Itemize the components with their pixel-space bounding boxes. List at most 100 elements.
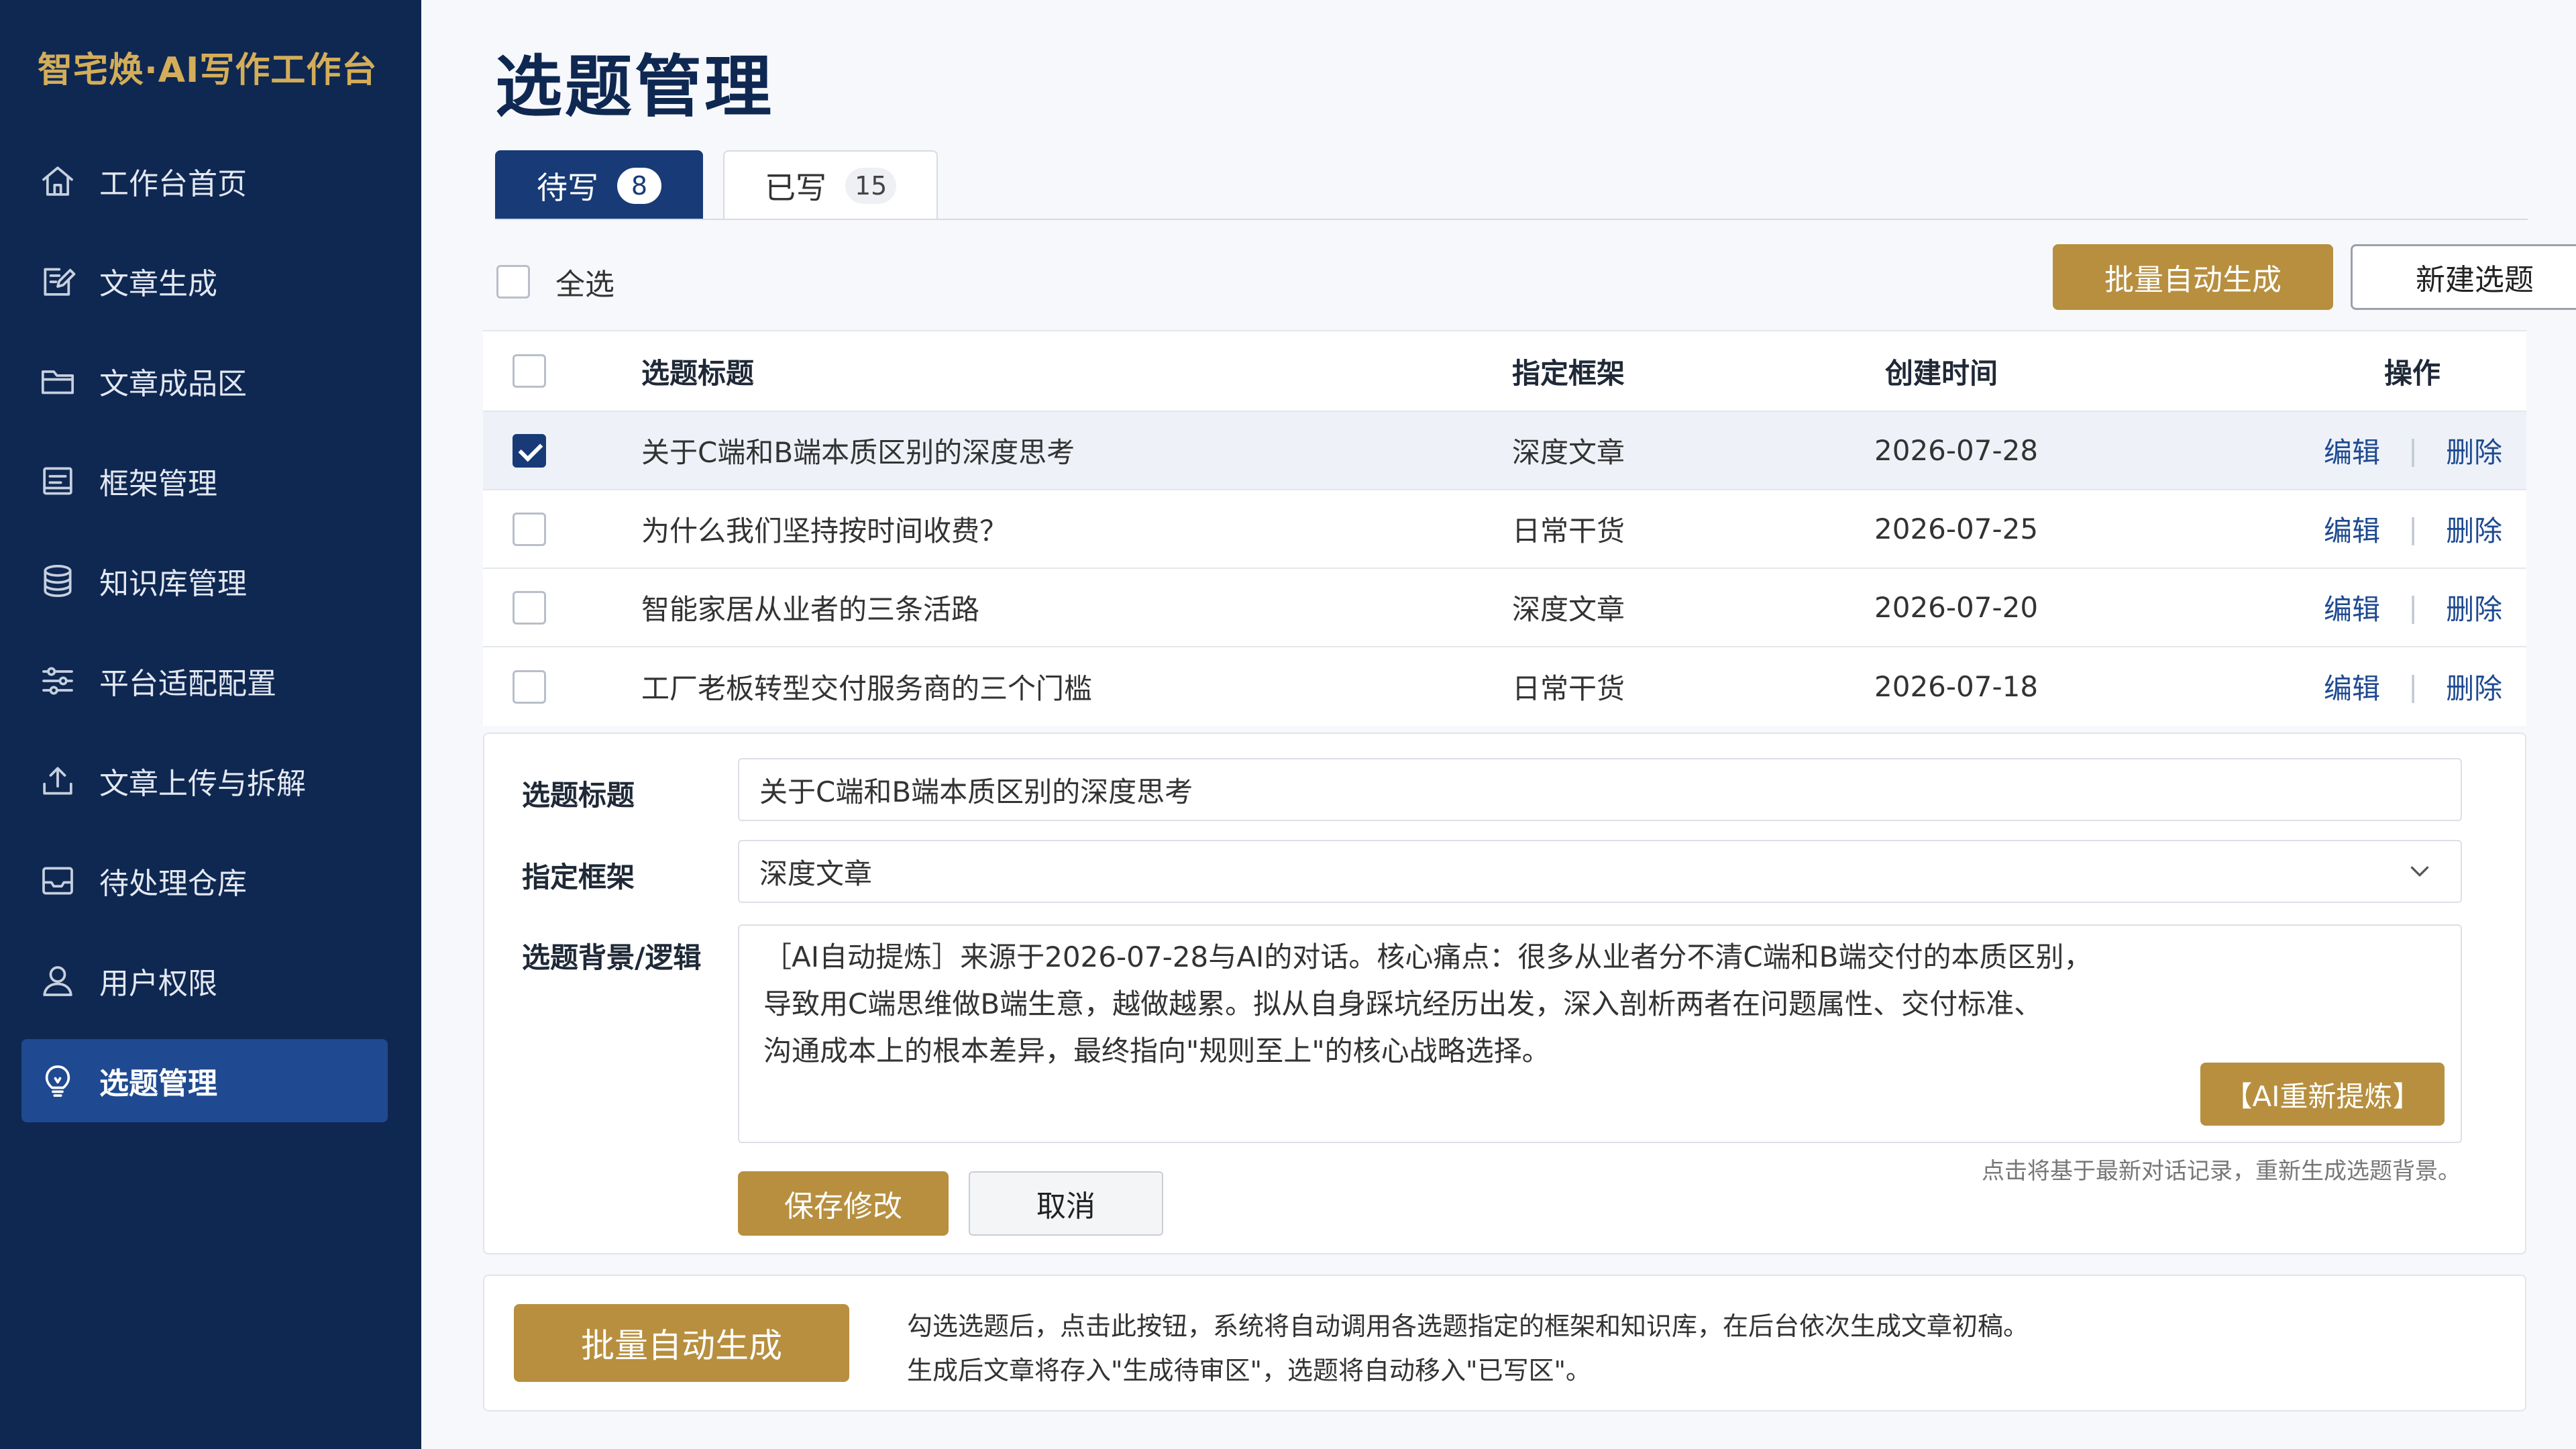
- sidebar-item-knowledge-base[interactable]: 知识库管理: [21, 539, 388, 623]
- batch-generate-bottom-button[interactable]: 批量自动生成: [514, 1304, 849, 1382]
- note-line: 勾选选题后，点击此按钮，系统将自动调用各选题指定的框架和知识库，在后台依次生成文…: [907, 1311, 2029, 1341]
- row-checkbox[interactable]: [513, 590, 546, 625]
- table-row[interactable]: 工厂老板转型交付服务商的三个门槛 日常干货 2026-07-18 编辑 | 删除: [483, 647, 2526, 726]
- action-separator: |: [2408, 513, 2418, 545]
- batch-generate-bar: 批量自动生成 勾选选题后，点击此按钮，系统将自动调用各选题指定的框架和知识库，在…: [483, 1275, 2526, 1411]
- header-framework: 指定框架: [1512, 356, 1625, 390]
- sidebar-item-label: 平台适配配置: [99, 667, 276, 701]
- tab-to-write[interactable]: 待写 8: [495, 150, 703, 220]
- sidebar-nav: 工作台首页 文章生成 文章成品区 框架管理 知识库管理 平台适配配置 文章上传与…: [21, 140, 388, 1139]
- select-all-label: 全选: [555, 268, 614, 302]
- batch-generate-note: 勾选选题后，点击此按钮，系统将自动调用各选题指定的框架和知识库，在后台依次生成文…: [907, 1304, 2029, 1393]
- folder-icon: [38, 361, 78, 401]
- row-framework: 深度文章: [1512, 593, 1625, 626]
- topic-edit-panel: 选题标题 关于C端和B端本质区别的深度思考 指定框架 深度文章 选题背景/逻辑 …: [483, 733, 2526, 1254]
- row-checkbox[interactable]: [513, 669, 546, 704]
- status-tabs: 待写 8 已写 15: [495, 150, 958, 220]
- row-framework: 日常干货: [1512, 515, 1625, 547]
- toolbar: 全选 批量自动生成 新建选题: [496, 244, 2576, 311]
- row-created: 2026-07-20: [1874, 591, 2039, 624]
- edit-link[interactable]: 编辑: [2324, 430, 2380, 471]
- select-all-checkbox[interactable]: [496, 265, 530, 299]
- header-title: 选题标题: [641, 356, 755, 390]
- edit-icon: [38, 261, 78, 301]
- action-separator: |: [2408, 434, 2418, 467]
- sidebar-item-label: 文章上传与拆解: [99, 767, 306, 801]
- ai-refine-button[interactable]: 【AI重新提炼】: [2200, 1063, 2445, 1126]
- background-line: 沟通成本上的根本差异，最终指向"规则至上"的核心战略选择。: [763, 1034, 1550, 1067]
- sidebar-item-label: 选题管理: [99, 1067, 217, 1101]
- lightbulb-icon: [38, 1061, 78, 1101]
- sidebar-item-label: 框架管理: [99, 467, 217, 501]
- row-actions: 编辑 | 删除: [2324, 508, 2502, 549]
- delete-link[interactable]: 删除: [2446, 587, 2502, 628]
- save-button[interactable]: 保存修改: [738, 1171, 949, 1236]
- sidebar-item-label: 工作台首页: [99, 167, 247, 201]
- framework-select-value: 深度文章: [759, 857, 873, 890]
- sidebar-item-dashboard[interactable]: 工作台首页: [21, 140, 388, 223]
- row-created: 2026-07-25: [1874, 513, 2039, 545]
- action-separator: |: [2408, 591, 2418, 624]
- action-separator: |: [2408, 670, 2418, 703]
- app-brand: 智宅焕·AI写作工作台: [38, 50, 378, 91]
- batch-generate-button[interactable]: 批量自动生成: [2053, 244, 2333, 310]
- background-field-label: 选题背景/逻辑: [522, 941, 702, 974]
- count-badge: 8: [617, 168, 661, 204]
- background-line: 导致用C端思维做B端生意，越做越累。拟从自身踩坑经历出发，深入剖析两者在问题属性…: [763, 987, 2043, 1020]
- user-icon: [38, 961, 78, 1001]
- table-header: 选题标题 指定框架 创建时间 操作: [483, 330, 2526, 412]
- sidebar-item-label: 知识库管理: [99, 567, 247, 601]
- sidebar-item-label: 待处理仓库: [99, 867, 247, 901]
- select-all[interactable]: 全选: [496, 260, 614, 303]
- upload-icon: [38, 761, 78, 801]
- delete-link[interactable]: 删除: [2446, 508, 2502, 549]
- sidebar-item-topic-management[interactable]: 选题管理: [21, 1039, 388, 1122]
- page-title: 选题管理: [495, 48, 774, 126]
- row-framework: 日常干货: [1512, 672, 1625, 705]
- sidebar-item-pending-repo[interactable]: 待处理仓库: [21, 839, 388, 922]
- sliders-icon: [38, 661, 78, 701]
- count-badge: 15: [845, 168, 897, 204]
- home-icon: [38, 161, 78, 201]
- tab-label: 已写: [765, 170, 826, 206]
- sidebar-item-label: 文章成品区: [99, 367, 247, 401]
- row-checkbox[interactable]: [513, 512, 546, 546]
- row-title: 关于C端和B端本质区别的深度思考: [641, 436, 1075, 469]
- background-textarea[interactable]: ［AI自动提炼］来源于2026-07-28与AI的对话。核心痛点：很多从业者分不…: [738, 924, 2462, 1143]
- main-content: 选题管理 待写 8 已写 15 全选 批量自动生成 新建选题 选题标题 指定框架…: [421, 0, 2576, 1449]
- delete-link[interactable]: 删除: [2446, 430, 2502, 471]
- framework-field-label: 指定框架: [522, 861, 635, 894]
- table-row[interactable]: 为什么我们坚持按时间收费？ 日常干货 2026-07-25 编辑 | 删除: [483, 490, 2526, 569]
- sidebar-item-article-generate[interactable]: 文章生成: [21, 239, 388, 323]
- new-topic-button[interactable]: 新建选题: [2351, 244, 2576, 310]
- tab-written[interactable]: 已写 15: [723, 150, 938, 220]
- sidebar-item-finished-articles[interactable]: 文章成品区: [21, 339, 388, 423]
- background-text: ［AI自动提炼］来源于2026-07-28与AI的对话。核心痛点：很多从业者分不…: [763, 934, 2333, 1075]
- cancel-button[interactable]: 取消: [969, 1171, 1163, 1236]
- delete-link[interactable]: 删除: [2446, 666, 2502, 707]
- tab-label: 待写: [537, 170, 598, 206]
- sidebar-item-upload[interactable]: 文章上传与拆解: [21, 739, 388, 822]
- edit-link[interactable]: 编辑: [2324, 666, 2380, 707]
- database-icon: [38, 561, 78, 601]
- edit-link[interactable]: 编辑: [2324, 587, 2380, 628]
- table-row[interactable]: 智能家居从业者的三条活路 深度文章 2026-07-20 编辑 | 删除: [483, 569, 2526, 647]
- header-checkbox[interactable]: [513, 354, 546, 388]
- header-created: 创建时间: [1885, 356, 1998, 390]
- sidebar: 智宅焕·AI写作工作台 工作台首页 文章生成 文章成品区 框架管理 知识库管理 …: [0, 0, 421, 1449]
- refine-hint: 点击将基于最新对话记录，重新生成选题背景。: [1982, 1158, 2461, 1185]
- title-field[interactable]: 关于C端和B端本质区别的深度思考: [738, 758, 2462, 821]
- topic-table: 选题标题 指定框架 创建时间 操作 关于C端和B端本质区别的深度思考 深度文章 …: [483, 330, 2526, 726]
- row-title: 工厂老板转型交付服务商的三个门槛: [641, 672, 1093, 705]
- row-title: 为什么我们坚持按时间收费？: [641, 515, 1008, 547]
- sidebar-item-framework[interactable]: 框架管理: [21, 439, 388, 523]
- sidebar-item-label: 文章生成: [99, 267, 217, 301]
- sidebar-item-user-permissions[interactable]: 用户权限: [21, 939, 388, 1022]
- framework-select[interactable]: 深度文章: [738, 840, 2462, 903]
- table-row[interactable]: 关于C端和B端本质区别的深度思考 深度文章 2026-07-28 编辑 | 删除: [483, 412, 2526, 490]
- row-checkbox[interactable]: [513, 433, 546, 468]
- row-actions: 编辑 | 删除: [2324, 587, 2502, 628]
- background-line: ［AI自动提炼］来源于2026-07-28与AI的对话。核心痛点：很多从业者分不…: [763, 941, 2092, 973]
- edit-link[interactable]: 编辑: [2324, 508, 2380, 549]
- sidebar-item-platform-config[interactable]: 平台适配配置: [21, 639, 388, 722]
